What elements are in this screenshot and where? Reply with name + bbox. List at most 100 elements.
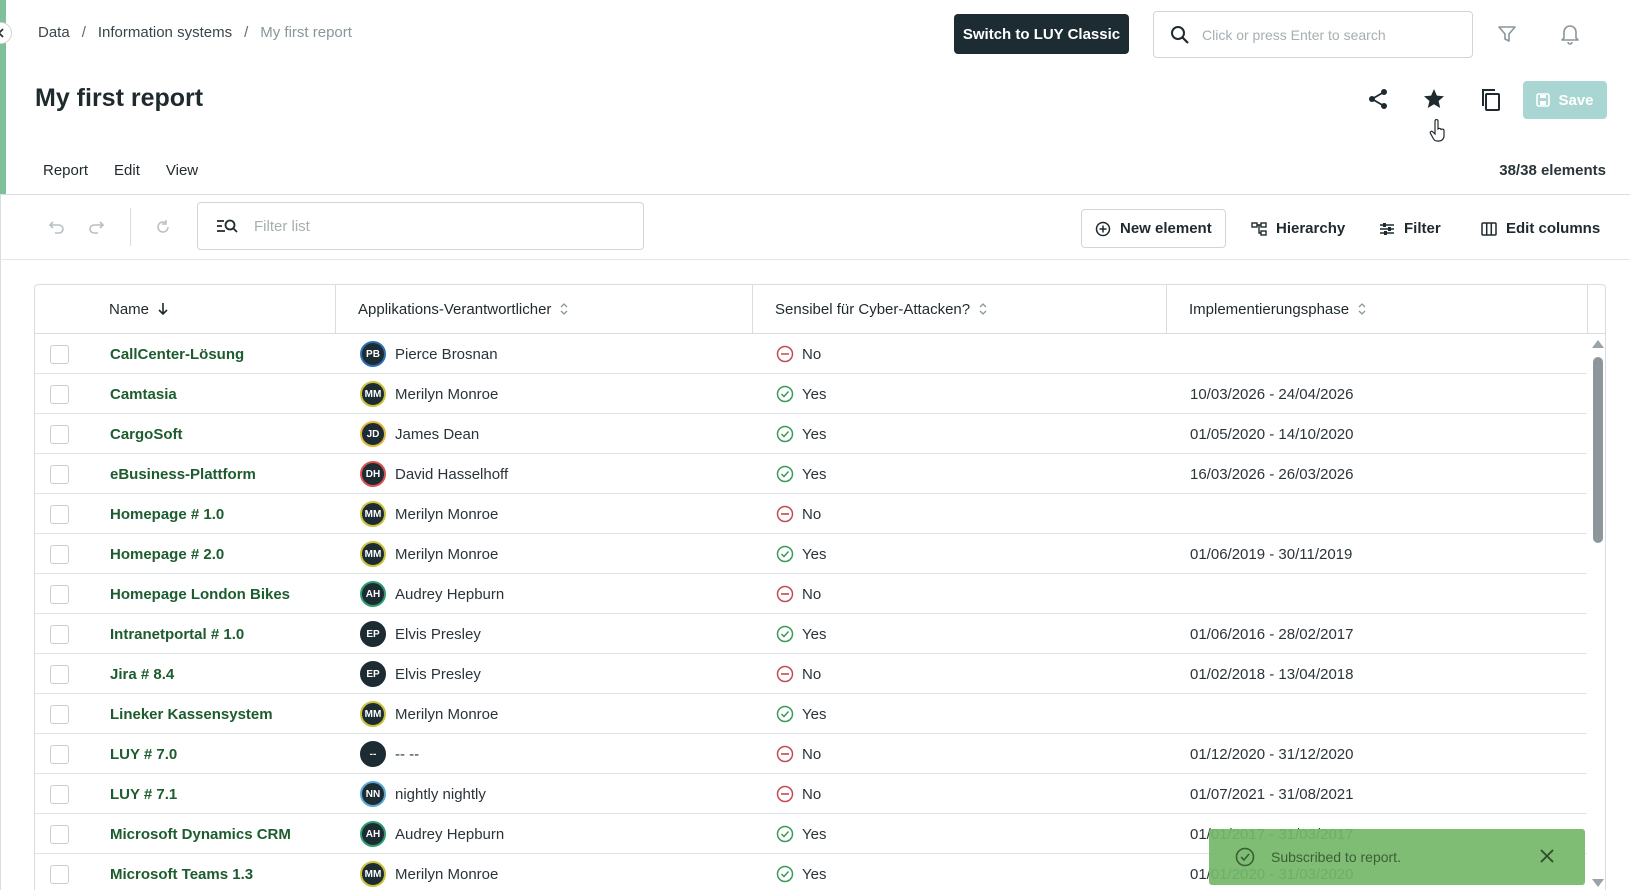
- redo-icon[interactable]: [86, 216, 108, 238]
- avatar: JD: [360, 421, 386, 447]
- row-checkbox[interactable]: [50, 625, 69, 644]
- row-checkbox[interactable]: [50, 745, 69, 764]
- table-row[interactable]: Intranetportal # 1.0 EP Elvis Presley Yes 01…: [35, 614, 1587, 654]
- new-element-button[interactable]: New element: [1081, 209, 1226, 248]
- row-checkbox[interactable]: [50, 585, 69, 604]
- row-checkbox[interactable]: [50, 785, 69, 804]
- scroll-up-arrow[interactable]: [1592, 340, 1604, 348]
- owner-name: David Hasselhoff: [395, 465, 509, 483]
- table-row[interactable]: Camtasia MM Merilyn Monroe Yes 10/03/2026 - …: [35, 374, 1587, 414]
- cell-owner[interactable]: AH Audrey Hepburn: [360, 574, 504, 614]
- cell-owner[interactable]: EP Elvis Presley: [360, 654, 481, 694]
- owner-name: Merilyn Monroe: [395, 865, 499, 883]
- cell-name-link[interactable]: Microsoft Teams 1.3: [110, 854, 253, 890]
- cell-owner[interactable]: EP Elvis Presley: [360, 614, 481, 654]
- owner-name: Merilyn Monroe: [395, 705, 499, 723]
- avatar: MM: [360, 541, 386, 567]
- global-search[interactable]: [1153, 11, 1473, 58]
- row-checkbox[interactable]: [50, 865, 69, 884]
- table-row[interactable]: Lineker Kassensystem MM Merilyn Monroe Yes: [35, 694, 1587, 734]
- cell-name-link[interactable]: Camtasia: [110, 374, 177, 414]
- cell-owner[interactable]: DH David Hasselhoff: [360, 454, 508, 494]
- cell-name-link[interactable]: Jira # 8.4: [110, 654, 174, 694]
- cell-name-link[interactable]: Microsoft Dynamics CRM: [110, 814, 291, 854]
- breadcrumb-item-data[interactable]: Data: [38, 24, 70, 41]
- menu-view[interactable]: View: [166, 162, 198, 179]
- cell-owner[interactable]: MM Merilyn Monroe: [360, 534, 498, 574]
- table-row[interactable]: Homepage London Bikes AH Audrey Hepburn No: [35, 574, 1587, 614]
- cell-owner[interactable]: NN nightly nightly: [360, 774, 486, 814]
- row-checkbox[interactable]: [50, 545, 69, 564]
- column-header-phase[interactable]: Implementierungsphase: [1189, 285, 1367, 333]
- minus-circle-icon: [776, 585, 794, 603]
- cell-owner[interactable]: MM Merilyn Monroe: [360, 494, 498, 534]
- owner-name: Merilyn Monroe: [395, 545, 499, 563]
- close-icon[interactable]: [1537, 846, 1557, 866]
- cell-name-link[interactable]: CallCenter-Lösung: [110, 334, 244, 374]
- check-circle-icon: [776, 545, 794, 563]
- row-checkbox[interactable]: [50, 425, 69, 444]
- menu-bar: Report Edit View: [43, 162, 198, 179]
- column-header-name[interactable]: Name: [109, 285, 169, 333]
- filter-list-input[interactable]: [254, 217, 614, 235]
- table-row[interactable]: Homepage # 1.0 MM Merilyn Monroe No: [35, 494, 1587, 534]
- table-row[interactable]: CargoSoft JD James Dean Yes 01/05/2020 - 14/…: [35, 414, 1587, 454]
- hierarchy-button[interactable]: Hierarchy: [1238, 209, 1358, 248]
- table-row[interactable]: LUY # 7.0 -- -- -- No 01/12/2020 - 31/12/202…: [35, 734, 1587, 774]
- scrollbar-thumb[interactable]: [1593, 357, 1603, 543]
- save-button[interactable]: Save: [1523, 81, 1607, 119]
- avatar: AH: [360, 581, 386, 607]
- cell-name-link[interactable]: Homepage # 2.0: [110, 534, 224, 574]
- cell-sensitive: Yes: [776, 414, 826, 454]
- menu-edit[interactable]: Edit: [114, 162, 140, 179]
- column-header-owner[interactable]: Applikations-Verantwortlicher: [358, 285, 569, 333]
- filter-button[interactable]: Filter: [1366, 209, 1454, 248]
- row-checkbox[interactable]: [50, 825, 69, 844]
- row-checkbox[interactable]: [50, 705, 69, 724]
- edit-columns-button[interactable]: Edit columns: [1468, 209, 1613, 248]
- filter-list[interactable]: [197, 202, 644, 250]
- menu-report[interactable]: Report: [43, 162, 88, 179]
- star-icon[interactable]: [1422, 87, 1446, 111]
- cell-owner[interactable]: MM Merilyn Monroe: [360, 374, 498, 414]
- cell-name-link[interactable]: LUY # 7.1: [110, 774, 177, 814]
- share-icon[interactable]: [1367, 88, 1389, 110]
- breadcrumb-current: My first report: [260, 24, 352, 41]
- cell-name-link[interactable]: LUY # 7.0: [110, 734, 177, 774]
- cell-owner[interactable]: JD James Dean: [360, 414, 479, 454]
- undo-icon[interactable]: [45, 216, 67, 238]
- global-search-input[interactable]: [1202, 26, 1462, 43]
- row-checkbox[interactable]: [50, 345, 69, 364]
- cell-name-link[interactable]: Lineker Kassensystem: [110, 694, 273, 734]
- cell-name-link[interactable]: Homepage London Bikes: [110, 574, 290, 614]
- sidebar-collapse-button[interactable]: [0, 22, 12, 44]
- cell-owner[interactable]: MM Merilyn Monroe: [360, 694, 498, 734]
- cell-owner[interactable]: -- -- --: [360, 734, 419, 774]
- table-row[interactable]: LUY # 7.1 NN nightly nightly No 01/07/2021 -…: [35, 774, 1587, 814]
- cell-owner[interactable]: AH Audrey Hepburn: [360, 814, 504, 854]
- table-row[interactable]: Homepage # 2.0 MM Merilyn Monroe Yes 01/06/2…: [35, 534, 1587, 574]
- cell-name-link[interactable]: CargoSoft: [110, 414, 183, 454]
- row-checkbox[interactable]: [50, 505, 69, 524]
- cell-owner[interactable]: MM Merilyn Monroe: [360, 854, 498, 890]
- filter-icon[interactable]: [1497, 24, 1517, 44]
- switch-to-classic-button[interactable]: Switch to LUY Classic: [954, 14, 1129, 54]
- row-checkbox[interactable]: [50, 465, 69, 484]
- breadcrumb-item-information-systems[interactable]: Information systems: [98, 24, 232, 41]
- bell-icon[interactable]: [1560, 23, 1580, 45]
- row-checkbox[interactable]: [50, 665, 69, 684]
- column-header-sensitive[interactable]: Sensibel für Cyber-Attacken?: [775, 285, 988, 333]
- table-row[interactable]: Jira # 8.4 EP Elvis Presley No 01/02/2018 - …: [35, 654, 1587, 694]
- row-checkbox[interactable]: [50, 385, 69, 404]
- cell-name-link[interactable]: Intranetportal # 1.0: [110, 614, 244, 654]
- cell-owner[interactable]: PB Pierce Brosnan: [360, 334, 498, 374]
- minus-circle-icon: [776, 745, 794, 763]
- table-row[interactable]: eBusiness-Plattform DH David Hasselhoff Yes…: [35, 454, 1587, 494]
- refresh-icon[interactable]: [152, 216, 174, 238]
- copy-icon[interactable]: [1480, 88, 1502, 112]
- cell-name-link[interactable]: Homepage # 1.0: [110, 494, 224, 534]
- sensitive-value: No: [802, 785, 822, 803]
- table-row[interactable]: CallCenter-Lösung PB Pierce Brosnan No: [35, 334, 1587, 374]
- cell-name-link[interactable]: eBusiness-Plattform: [110, 454, 256, 494]
- scroll-down-arrow[interactable]: [1592, 879, 1604, 887]
